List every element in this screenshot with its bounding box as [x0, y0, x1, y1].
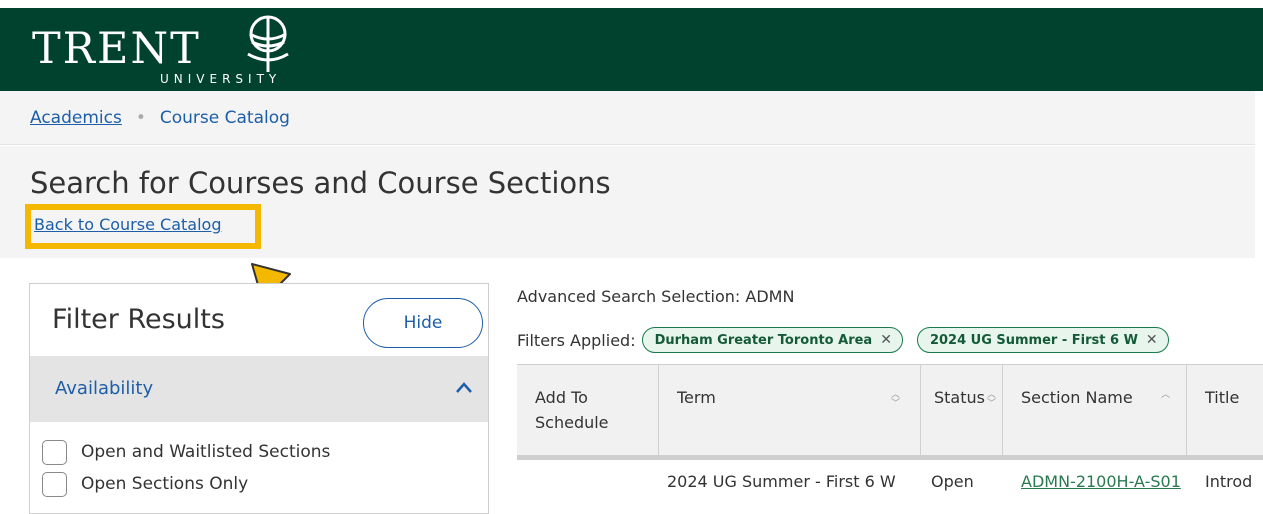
availability-label: Availability [55, 378, 154, 399]
checkbox-label: Open and Waitlisted Sections [81, 442, 331, 462]
logo-subtext: UNIVERSITY [160, 72, 282, 86]
filter-results-heading: Filter Results [52, 304, 225, 335]
trent-logo[interactable]: TRENT UNIVERSITY [32, 10, 332, 88]
logo-wordmark: TRENT [32, 24, 201, 74]
breadcrumb-academics-link[interactable]: Academics [30, 108, 122, 128]
filter-option-open-waitlisted[interactable]: Open and Waitlisted Sections [42, 438, 330, 466]
filter-chip-term[interactable]: 2024 UG Summer - First 6 W ✕ [916, 327, 1169, 353]
section-name-link[interactable]: ADMN-2100H-A-S01 [1021, 472, 1181, 491]
filter-chip-location[interactable]: Durham Greater Toronto Area ✕ [641, 327, 903, 353]
column-label: Add To Schedule [535, 388, 609, 432]
close-icon[interactable]: ✕ [880, 332, 892, 348]
chip-label: 2024 UG Summer - First 6 W [929, 332, 1138, 348]
column-label: Title [1205, 388, 1240, 407]
breadcrumb-bar: Academics • Course Catalog [0, 91, 1255, 145]
advanced-search-selection: Advanced Search Selection: ADMN [517, 287, 795, 306]
chip-label: Durham Greater Toronto Area [654, 332, 873, 348]
chevron-up-icon[interactable] [454, 378, 474, 398]
column-header-title[interactable]: Title [1187, 365, 1263, 456]
sort-icon[interactable]: ︿ ﹀ [987, 391, 997, 413]
column-label: Term [677, 388, 716, 407]
open-only-checkbox[interactable] [42, 471, 67, 497]
cell-title: Introd [1205, 472, 1253, 491]
column-label: Section Name [1021, 388, 1133, 407]
table-row: 2024 UG Summer - First 6 W Open ADMN-210… [517, 460, 1263, 514]
hide-filters-button[interactable]: Hide [363, 298, 483, 348]
results-table: Add To Schedule Term ︿ ﹀ Status ︿ ﹀ Sectio… [517, 364, 1263, 514]
trent-emblem-icon [247, 15, 289, 72]
open-waitlisted-checkbox[interactable] [42, 439, 67, 465]
site-header: TRENT UNIVERSITY [0, 8, 1263, 91]
filter-panel: Filter Results Hide Availability Open an… [29, 283, 489, 514]
availability-section-header[interactable]: Availability [30, 356, 488, 422]
column-header-status[interactable]: Status ︿ ﹀ [921, 365, 1003, 456]
page-title: Search for Courses and Course Sections [30, 166, 611, 200]
close-icon[interactable]: ✕ [1146, 332, 1158, 348]
breadcrumb-separator: • [135, 108, 146, 128]
page-title-area: Search for Courses and Course Sections B… [0, 146, 1255, 258]
filters-applied-row: Filters Applied: Durham Greater Toronto … [517, 327, 1183, 353]
breadcrumb: Academics • Course Catalog [30, 108, 290, 128]
sort-icon[interactable]: ︿ [1161, 391, 1171, 413]
column-header-add-to-schedule: Add To Schedule [517, 365, 659, 456]
table-header: Add To Schedule Term ︿ ﹀ Status ︿ ﹀ Sectio… [517, 364, 1263, 460]
column-label: Status [934, 388, 985, 407]
filters-applied-label: Filters Applied: [517, 330, 636, 350]
filter-option-open-only[interactable]: Open Sections Only [42, 470, 248, 498]
back-to-catalog-link[interactable]: Back to Course Catalog [34, 215, 221, 234]
checkbox-label: Open Sections Only [81, 474, 249, 494]
cell-term: 2024 UG Summer - First 6 W [667, 472, 896, 491]
column-header-section-name[interactable]: Section Name ︿ [1003, 365, 1187, 456]
breadcrumb-course-catalog[interactable]: Course Catalog [160, 108, 290, 128]
cell-status: Open [931, 472, 974, 491]
column-header-term[interactable]: Term ︿ ﹀ [659, 365, 921, 456]
sort-icon[interactable]: ︿ ﹀ [891, 391, 901, 413]
